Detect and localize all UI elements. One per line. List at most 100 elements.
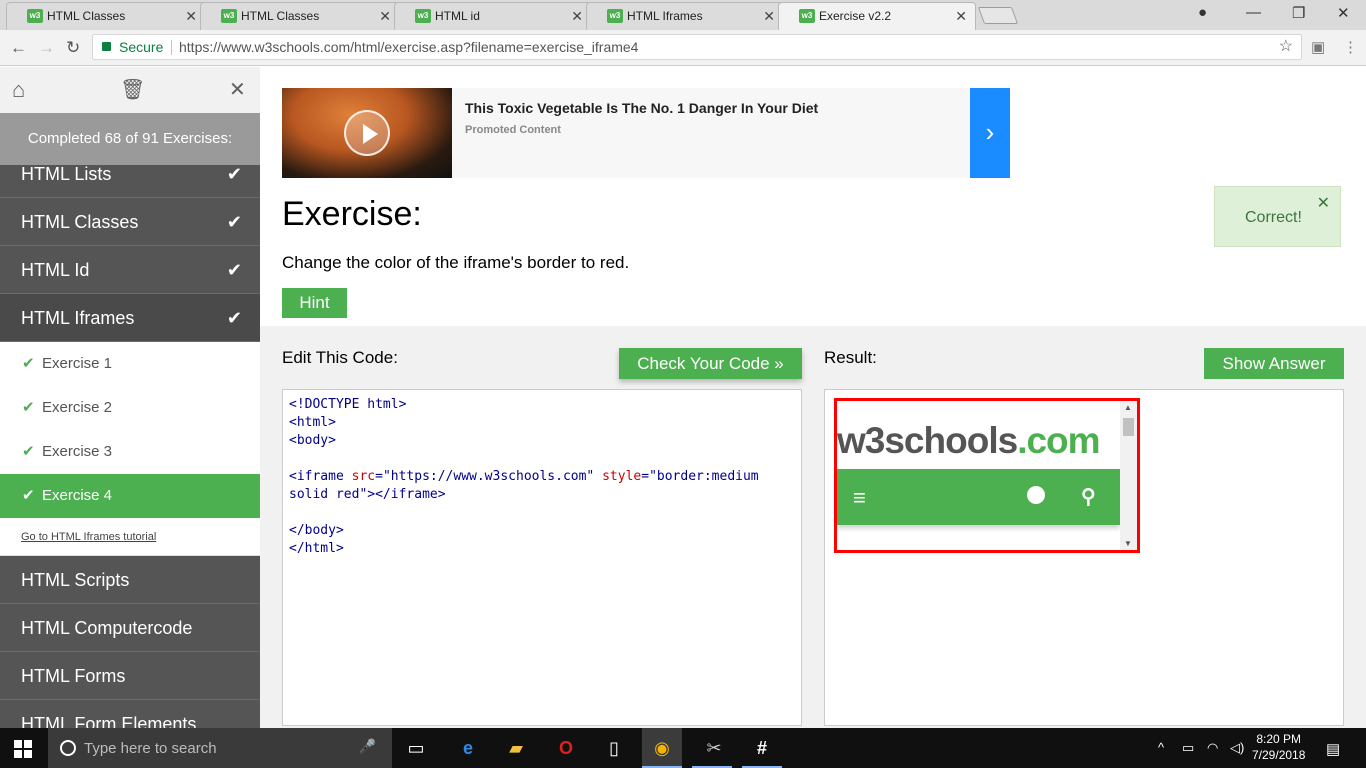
result-iframe[interactable]: w3schools.com ≡ ⚲ ▲ ▼ xyxy=(834,398,1140,553)
reload-icon[interactable]: ↻ xyxy=(66,38,80,58)
home-icon[interactable]: ⌂ xyxy=(12,77,25,103)
browser-tab[interactable]: w3 HTML Classes ✕ xyxy=(6,2,206,30)
close-tab-icon[interactable]: ✕ xyxy=(571,3,583,29)
code-eq: = xyxy=(641,469,650,484)
close-tab-icon[interactable]: ✕ xyxy=(185,3,197,29)
battery-icon[interactable]: ▭ xyxy=(1182,740,1194,756)
chrome-icon[interactable]: ◉ xyxy=(650,736,674,760)
sidebar-item-html-iframes[interactable]: HTML Iframes ✔ xyxy=(0,294,260,342)
sidebar-item-html-lists[interactable]: HTML Lists ✔ xyxy=(0,165,260,198)
sidebar-item-html-id[interactable]: HTML Id ✔ xyxy=(0,246,260,294)
w3schools-favicon-icon: w3 xyxy=(607,9,623,23)
scroll-up-icon[interactable]: ▲ xyxy=(1124,403,1132,412)
code-editor[interactable]: <!DOCTYPE html> <html> <body> <iframe sr… xyxy=(282,389,802,726)
slack-icon[interactable]: # xyxy=(750,736,774,760)
page-title: Exercise: xyxy=(282,195,422,233)
volume-icon[interactable]: ◁) xyxy=(1230,740,1244,756)
windows-start-icon[interactable] xyxy=(14,740,32,758)
address-bar[interactable]: Secure https://www.w3schools.com/html/ex… xyxy=(92,34,1302,60)
sidebar-item-html-classes[interactable]: HTML Classes ✔ xyxy=(0,198,260,246)
sidebar-item-html-scripts[interactable]: HTML Scripts xyxy=(0,556,260,604)
code-line: <html> xyxy=(289,415,336,430)
clock-date: 7/29/2018 xyxy=(1252,748,1306,762)
tray-chevron-icon[interactable]: ^ xyxy=(1158,740,1164,755)
tab-title: HTML Classes xyxy=(241,9,320,23)
exercise-label: Exercise 3 xyxy=(42,443,113,460)
exercise-link-4[interactable]: ✔ Exercise 4 xyxy=(0,474,260,518)
check-code-button[interactable]: Check Your Code » xyxy=(619,348,802,379)
close-icon[interactable]: ✕ xyxy=(229,77,246,102)
close-tab-icon[interactable]: ✕ xyxy=(763,3,775,29)
divider xyxy=(171,40,172,55)
exercise-link-1[interactable]: ✔ Exercise 1 xyxy=(0,342,260,386)
globe-icon[interactable] xyxy=(1027,486,1045,504)
close-tab-icon[interactable]: ✕ xyxy=(955,3,967,29)
exercise-label: Exercise 1 xyxy=(42,355,113,372)
sidebar-item-html-form-elements[interactable]: HTML Form Elements xyxy=(0,700,260,728)
browser-tab[interactable]: w3 HTML Iframes ✕ xyxy=(586,2,784,30)
taskbar-search[interactable]: Type here to search 🎤 xyxy=(48,728,392,768)
exercise-label: Exercise 2 xyxy=(42,399,113,416)
chevron-right-icon[interactable]: › xyxy=(970,88,1010,178)
code-attr: src xyxy=(351,469,376,484)
checkmark-icon: ✔ xyxy=(226,308,242,328)
tools-icon[interactable]: ✂ xyxy=(702,736,726,760)
notepad-icon[interactable]: ▯ xyxy=(602,736,626,760)
trash-icon[interactable]: 🗑 xyxy=(120,77,145,102)
scroll-down-icon[interactable]: ▼ xyxy=(1124,539,1132,548)
completed-counter: Completed 68 of 91 Exercises: xyxy=(0,113,260,165)
close-window-icon[interactable]: ✕ xyxy=(1337,4,1350,22)
cortana-icon xyxy=(60,740,76,756)
tab-title: HTML Classes xyxy=(47,9,126,23)
sidebar-item-label: HTML Classes xyxy=(21,212,139,232)
exercise-link-2[interactable]: ✔ Exercise 2 xyxy=(0,386,260,430)
forward-arrow-icon[interactable]: → xyxy=(38,38,55,58)
back-arrow-icon[interactable]: ← xyxy=(10,38,27,58)
sidebar-item-html-computercode[interactable]: HTML Computercode xyxy=(0,604,260,652)
restore-icon[interactable]: ❐ xyxy=(1292,4,1305,22)
ad-banner[interactable]: This Toxic Vegetable Is The No. 1 Danger… xyxy=(282,88,1010,178)
url-text[interactable]: https://www.w3schools.com/html/exercise.… xyxy=(179,35,638,59)
close-icon[interactable]: ✕ xyxy=(1317,193,1330,213)
sidebar-item-html-forms[interactable]: HTML Forms xyxy=(0,652,260,700)
result-label: Result: xyxy=(824,348,877,367)
notifications-icon[interactable]: ▤ xyxy=(1326,740,1340,758)
scrollbar-thumb[interactable] xyxy=(1123,418,1134,436)
browser-tab-active[interactable]: w3 Exercise v2.2 ✕ xyxy=(778,2,976,30)
correct-toast: Correct! ✕ xyxy=(1214,186,1341,247)
new-tab-button[interactable] xyxy=(977,7,1019,24)
edge-icon[interactable]: e xyxy=(456,736,480,760)
extension-icon[interactable]: ▣ xyxy=(1311,38,1325,56)
bookmark-star-icon[interactable]: ☆ xyxy=(1279,35,1293,59)
ad-thumbnail xyxy=(282,88,452,178)
show-answer-button[interactable]: Show Answer xyxy=(1204,348,1344,379)
microphone-icon[interactable]: 🎤 xyxy=(359,738,376,755)
close-tab-icon[interactable]: ✕ xyxy=(379,3,391,29)
sidebar-toolbar: ⌂ 🗑 ✕ xyxy=(0,67,260,113)
taskbar-clock[interactable]: 8:20 PM 7/29/2018 xyxy=(1252,731,1305,763)
code-line: <body> xyxy=(289,433,336,448)
browser-tab[interactable]: w3 HTML id ✕ xyxy=(394,2,592,30)
exercise-label: Exercise 4 xyxy=(42,487,113,504)
search-icon[interactable]: ⚲ xyxy=(1081,484,1096,509)
iframe-scrollbar[interactable]: ▲ ▼ xyxy=(1120,401,1137,550)
browser-tab[interactable]: w3 HTML Classes ✕ xyxy=(200,2,400,30)
task-view-icon[interactable]: ▭ xyxy=(404,736,428,760)
menu-kebab-icon[interactable]: ⋮ xyxy=(1343,38,1358,56)
w3schools-favicon-icon: w3 xyxy=(415,9,431,23)
hamburger-menu-icon[interactable]: ≡ xyxy=(853,485,866,511)
sidebar-item-label: HTML Lists xyxy=(21,164,112,184)
exercise-main: This Toxic Vegetable Is The No. 1 Danger… xyxy=(260,67,1366,728)
opera-icon[interactable]: O xyxy=(554,736,578,760)
ad-title[interactable]: This Toxic Vegetable Is The No. 1 Danger… xyxy=(465,100,818,116)
hint-button[interactable]: Hint xyxy=(282,288,347,318)
wifi-icon[interactable]: ◠ xyxy=(1207,740,1218,756)
profile-icon[interactable]: ● xyxy=(1198,4,1207,21)
tutorial-link[interactable]: Go to HTML Iframes tutorial xyxy=(0,518,260,556)
checkmark-icon: ✔ xyxy=(22,399,35,416)
exercise-link-3[interactable]: ✔ Exercise 3 xyxy=(0,430,260,474)
minimize-icon[interactable]: — xyxy=(1246,4,1261,21)
logo-suffix: .com xyxy=(1017,420,1100,461)
file-explorer-icon[interactable]: ▰ xyxy=(504,736,528,760)
code-value: "https://www.w3schools.com" xyxy=(382,469,595,484)
